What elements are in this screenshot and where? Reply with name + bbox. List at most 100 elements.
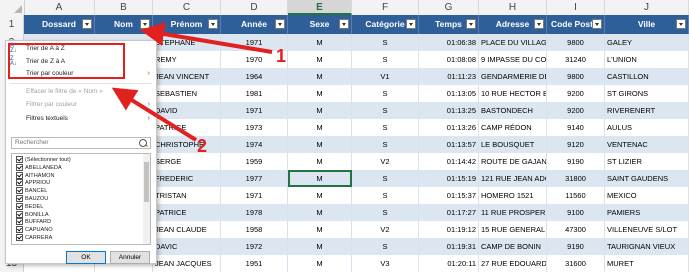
list-scrollbar[interactable] [143, 154, 150, 244]
table-cell[interactable]: PATRICE [153, 119, 221, 136]
filter-dropdown-button[interactable] [275, 19, 285, 29]
table-cell[interactable]: PATRICE [153, 204, 221, 221]
table-cell[interactable]: 9100 [547, 204, 605, 221]
checkbox-icon[interactable] [16, 187, 23, 195]
menu-text-filters[interactable]: Filtres textuels › [6, 113, 156, 124]
table-cell[interactable]: S [352, 102, 419, 119]
table-cell[interactable]: 15 RUE GENERAL B [479, 221, 547, 238]
table-cell[interactable]: BASTONDECH [479, 102, 547, 119]
table-cell[interactable]: V3 [352, 255, 419, 272]
table-cell[interactable]: 1959 [221, 153, 288, 170]
table-cell[interactable]: 1971 [221, 102, 288, 119]
table-cell[interactable]: REMY [153, 51, 221, 68]
table-cell[interactable]: MURET [605, 255, 689, 272]
table-cell[interactable]: 01:15:37 [419, 187, 479, 204]
table-cell[interactable]: CAMP RÉDON [479, 119, 547, 136]
table-cell[interactable]: 9190 [547, 153, 605, 170]
col-letter-A[interactable]: A [24, 0, 95, 15]
filter-checkbox-item[interactable]: BEDEL [16, 202, 43, 211]
menu-filter-by-color[interactable]: Filtrer par couleur › [6, 99, 156, 110]
table-cell[interactable]: M [288, 221, 352, 238]
table-cell[interactable]: M [288, 85, 352, 102]
col-letter-F[interactable]: F [352, 0, 419, 15]
checkbox-icon[interactable] [16, 195, 23, 202]
table-cell[interactable]: M [288, 238, 352, 255]
table-cell[interactable]: 1951 [221, 255, 288, 272]
table-cell[interactable]: TRISTAN [153, 187, 221, 204]
table-cell[interactable]: GENDARMERIE DE [479, 68, 547, 85]
table-cell[interactable]: M [288, 136, 352, 153]
filter-dropdown-button[interactable] [534, 19, 544, 29]
table-cell[interactable]: V2 [352, 153, 419, 170]
table-cell[interactable]: S [352, 51, 419, 68]
table-cell[interactable]: TAURIGNAN VIEUX [605, 238, 689, 255]
table-cell[interactable]: SERGE [153, 153, 221, 170]
table-cell[interactable]: 31240 [547, 51, 605, 68]
table-cell[interactable]: 9800 [547, 34, 605, 51]
checkbox-icon[interactable] [16, 226, 23, 234]
table-cell[interactable]: S [352, 204, 419, 221]
table-cell[interactable]: 01:11:23 [419, 68, 479, 85]
table-cell[interactable]: ROUTE DE GAJAN [479, 153, 547, 170]
table-cell[interactable]: 01:06:38 [419, 34, 479, 51]
col-letter-D[interactable]: D [221, 0, 288, 15]
col-letter-C[interactable]: C [153, 0, 221, 15]
col-letter-H[interactable]: H [479, 0, 547, 15]
table-cell[interactable]: CASTILLON [605, 68, 689, 85]
table-cell[interactable]: STEPHANE [153, 34, 221, 51]
table-cell[interactable]: LE BOUSQUET [479, 136, 547, 153]
table-cell[interactable]: FREDERIC [153, 170, 221, 187]
filter-dropdown-button[interactable] [82, 19, 92, 29]
table-cell[interactable]: 47300 [547, 221, 605, 238]
table-cell[interactable]: S [352, 136, 419, 153]
table-cell[interactable]: 01:08:08 [419, 51, 479, 68]
col-letter-G[interactable]: G [419, 0, 479, 15]
checkbox-icon[interactable] [16, 171, 23, 179]
filter-checkbox-item[interactable]: AITHAMON [16, 171, 55, 180]
table-cell[interactable]: 31600 [547, 255, 605, 272]
table-cell[interactable]: VILLENEUVE S/LOT [605, 221, 689, 238]
table-cell[interactable]: M [288, 119, 352, 136]
table-cell[interactable]: DAVID [153, 102, 221, 119]
table-cell[interactable]: S [352, 170, 419, 187]
table-cell[interactable]: 1958 [221, 221, 288, 238]
table-cell[interactable]: VENTENAC [605, 136, 689, 153]
table-cell[interactable]: SEBASTIEN [153, 85, 221, 102]
checkbox-icon[interactable] [16, 163, 23, 171]
filter-checkbox-item[interactable]: CARRERA [16, 234, 52, 242]
table-cell[interactable]: 01:15:19 [419, 170, 479, 187]
table-cell[interactable]: 1971 [221, 187, 288, 204]
table-cell[interactable]: 01:20:11 [419, 255, 479, 272]
table-cell[interactable]: 01:13:05 [419, 85, 479, 102]
table-cell[interactable]: 10 RUE HECTOR BE [479, 85, 547, 102]
table-cell[interactable]: 1981 [221, 85, 288, 102]
table-cell[interactable]: JEAN CLAUDE [153, 221, 221, 238]
filter-checkbox-item[interactable]: BAUZOU [16, 195, 48, 203]
table-cell[interactable]: 11 RUE PROSPER E [479, 204, 547, 221]
table-cell[interactable]: 9200 [547, 102, 605, 119]
table-cell[interactable]: 31800 [547, 170, 605, 187]
checkbox-icon[interactable] [16, 179, 23, 187]
table-cell[interactable]: 9800 [547, 68, 605, 85]
table-cell[interactable]: V1 [352, 68, 419, 85]
table-cell[interactable]: V2 [352, 221, 419, 238]
filter-dropdown-button[interactable] [406, 19, 416, 29]
table-cell[interactable]: DAVIC [153, 238, 221, 255]
cancel-button[interactable]: Annuler [110, 251, 150, 264]
table-cell[interactable]: 1974 [221, 136, 288, 153]
table-cell[interactable]: MEXICO [605, 187, 689, 204]
filter-dropdown-button[interactable] [676, 19, 686, 29]
table-cell[interactable]: 01:13:26 [419, 119, 479, 136]
scrollbar-thumb[interactable] [144, 162, 149, 202]
table-cell[interactable]: M [288, 204, 352, 221]
table-cell[interactable]: 9 IMPASSE DU COL [479, 51, 547, 68]
table-cell[interactable]: 01:19:12 [419, 221, 479, 238]
table-cell[interactable]: M [288, 187, 352, 204]
table-cell[interactable]: 11560 [547, 187, 605, 204]
table-cell[interactable]: 27 RUE EDOUARD F [479, 255, 547, 272]
table-cell[interactable]: M [288, 170, 352, 187]
table-cell[interactable]: M [288, 34, 352, 51]
filter-checkbox-item[interactable]: BUFFARD [16, 218, 51, 226]
filter-dropdown-button[interactable] [466, 19, 476, 29]
table-cell[interactable]: 01:13:25 [419, 102, 479, 119]
